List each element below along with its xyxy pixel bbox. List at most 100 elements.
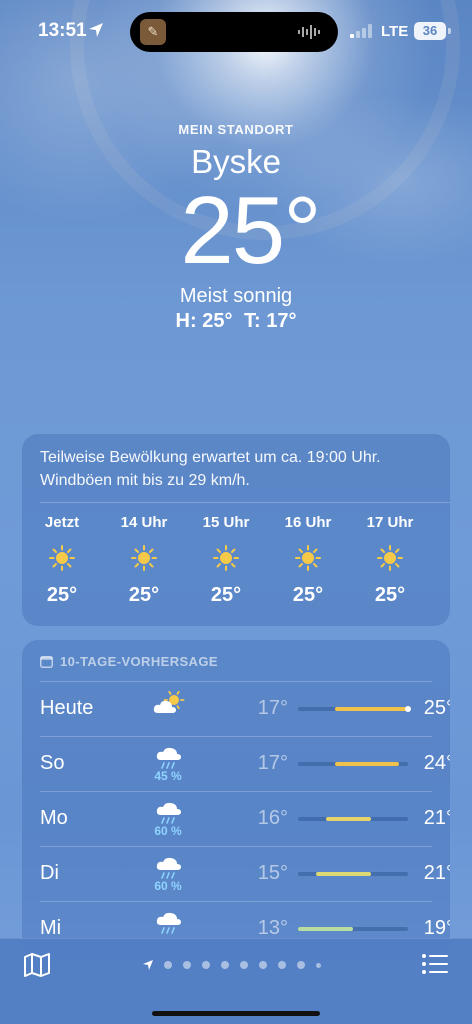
precip-chance: 60 % — [154, 824, 182, 838]
low-temp: 17° — [257, 752, 288, 774]
temp-range-bar — [298, 762, 408, 766]
calendar-icon — [40, 656, 53, 668]
row-divider — [40, 901, 432, 902]
city-name: Byske — [191, 143, 281, 180]
forecast-summary: Teilweise Bewölkung erwartet um ca. 19:0… — [40, 449, 381, 489]
high-temp: 21° — [423, 862, 450, 884]
status-time: 13:51 — [38, 20, 87, 41]
high-temp: H: 25° — [175, 310, 233, 332]
page-dot[interactable] — [278, 961, 286, 969]
day-label: Mi — [40, 917, 62, 939]
hour-item: Jetzt 25° — [22, 514, 102, 607]
row-divider — [40, 846, 432, 847]
page-indicator[interactable] — [142, 959, 332, 971]
low-temp: 13° — [257, 917, 288, 939]
dynamic-island[interactable]: ✎ — [130, 12, 338, 52]
day-label: Mo — [40, 807, 68, 829]
day-row[interactable]: Heute 17° 25° — [40, 681, 450, 736]
page-dot[interactable] — [183, 961, 191, 969]
location-header: MEIN STANDORT Byske 25° Meist sonnig H: … — [0, 122, 472, 333]
current-temperature: 25° — [180, 177, 321, 284]
day-label: Di — [40, 862, 59, 884]
home-indicator[interactable] — [152, 1011, 320, 1016]
page-dot[interactable] — [259, 961, 267, 969]
page-dot[interactable] — [297, 961, 305, 969]
island-app-icon: ✎ — [140, 19, 166, 45]
low-temp: 15° — [257, 862, 288, 884]
precip-chance: 60 % — [154, 879, 182, 893]
network-type: LTE — [381, 23, 409, 40]
condition-text: Meist sonnig — [179, 285, 293, 307]
day-row[interactable]: Mo 60 % 16° 21° — [40, 791, 450, 846]
hour-item: 15 Uhr 25° — [186, 514, 266, 607]
ten-day-forecast-card[interactable]: 10-TAGE-VORHERSAGE Heute 17° 25° So 45 % 17° 2… — [22, 640, 450, 960]
high-temp: 24° — [423, 752, 450, 774]
temp-range-fill — [298, 927, 353, 931]
row-divider — [40, 791, 432, 792]
day-row[interactable]: Di 60 % 15° 21° — [40, 846, 450, 901]
temp-range-fill — [334, 707, 408, 711]
hour-temp: 25° — [128, 584, 160, 606]
hour-label: 17 Uhr — [366, 514, 414, 531]
day-label: Heute — [40, 697, 94, 719]
temp-range-fill — [316, 872, 372, 876]
temp-range-fill — [325, 817, 372, 821]
high-temp: 19° — [423, 917, 450, 939]
low-temp: 17° — [257, 697, 288, 719]
temp-range-bar — [298, 817, 408, 821]
high-temp: 21° — [423, 807, 450, 829]
page-dot[interactable] — [316, 962, 321, 968]
day-label: So — [40, 752, 65, 774]
hour-temp: 25° — [46, 584, 78, 606]
rain-cloud-icon — [156, 912, 181, 934]
temp-range-bar — [298, 927, 408, 931]
high-temp: 25° — [423, 697, 450, 719]
page-dot[interactable] — [240, 961, 248, 969]
list-icon[interactable] — [422, 953, 448, 975]
audio-wave-icon — [298, 25, 320, 39]
partly-cloudy-icon — [153, 690, 185, 713]
sun-icon — [377, 545, 403, 571]
hour-temp: 25° — [374, 584, 406, 606]
rain-cloud-icon — [156, 747, 181, 769]
battery-icon: 36 — [414, 22, 446, 40]
low-temp: 16° — [257, 807, 288, 829]
page-dot[interactable] — [202, 961, 210, 969]
sun-icon — [49, 545, 75, 571]
hourly-list[interactable]: Jetzt 25° 14 Uhr 25° 15 Uhr 25° 16 Uhr 25° 17 Uh… — [22, 514, 450, 624]
sun-icon — [213, 545, 239, 571]
hour-label: 16 Uhr — [284, 514, 332, 531]
page-dot[interactable] — [221, 961, 229, 969]
card-divider — [40, 502, 450, 503]
location-arrow-icon — [143, 960, 153, 970]
sun-icon — [295, 545, 321, 571]
day-row[interactable]: So 45 % 17° 24° — [40, 736, 450, 791]
hour-item: 14 Uhr 25° — [104, 514, 184, 607]
bottom-toolbar — [0, 938, 472, 1024]
temp-range-fill — [334, 762, 399, 766]
location-arrow-icon — [89, 23, 103, 37]
hour-temp: 25° — [292, 584, 324, 606]
rain-cloud-icon — [156, 857, 181, 879]
page-dot[interactable] — [164, 961, 172, 969]
battery-cap — [448, 28, 451, 34]
temp-range-bar — [298, 872, 408, 876]
hour-item: 18 2 — [432, 514, 450, 607]
hour-label: 14 Uhr — [120, 514, 168, 531]
hour-label: Jetzt — [44, 514, 80, 531]
low-temp: T: 17° — [244, 310, 297, 332]
hour-item: 17 Uhr 25° — [350, 514, 430, 607]
row-divider — [40, 681, 432, 682]
ten-day-title: 10-TAGE-VORHERSAGE — [60, 654, 218, 669]
status-bar: 13:51 ✎ LTE 36 — [0, 0, 472, 64]
row-divider — [40, 736, 432, 737]
my-location-label: MEIN STANDORT — [178, 122, 294, 137]
hourly-forecast-card[interactable]: Teilweise Bewölkung erwartet um ca. 19:0… — [22, 434, 450, 626]
hour-label: 18 — [432, 514, 450, 531]
hour-label: 15 Uhr — [202, 514, 250, 531]
hour-temp: 2 — [432, 584, 450, 607]
sun-icon — [131, 545, 157, 571]
signal-icon — [350, 24, 372, 38]
hour-temp: 25° — [210, 584, 242, 606]
map-icon[interactable] — [24, 953, 50, 977]
